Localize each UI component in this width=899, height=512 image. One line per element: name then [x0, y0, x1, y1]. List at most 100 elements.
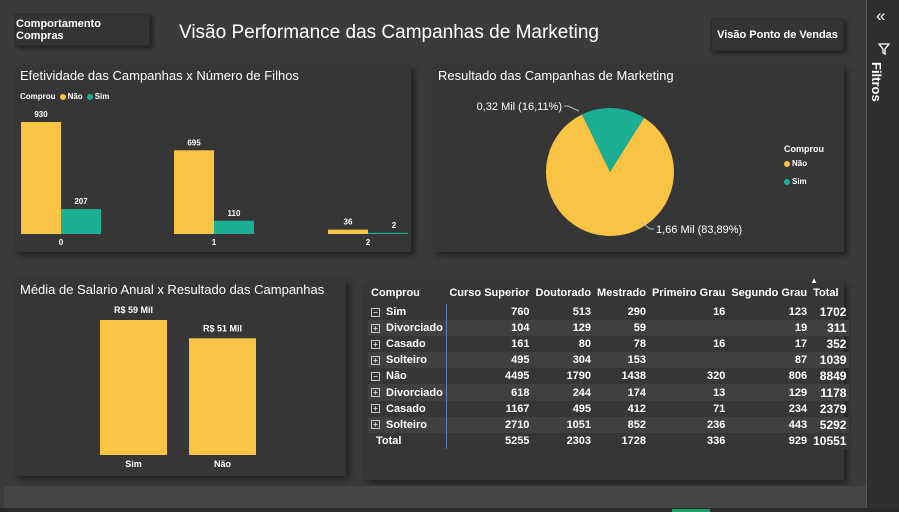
pie-legend-sim[interactable]: Sim	[782, 177, 807, 186]
matrix-row-header[interactable]: + Solteiro	[368, 416, 447, 433]
matrix-child-row[interactable]: + Solteiro 495 304 153 87 1039	[368, 352, 850, 369]
matrix-row-header[interactable]: − Sim	[368, 304, 447, 321]
report-canvas: Comportamento Compras Visão Performance …	[0, 0, 866, 512]
matrix-cell: 104	[446, 320, 533, 337]
col-header-segundo-grau[interactable]: Segundo Grau	[728, 282, 810, 304]
col-header-doutorado[interactable]: Doutorado	[532, 282, 594, 304]
matrix-row-label: Divorciado	[386, 322, 443, 335]
pie-legend-nao-dot	[784, 160, 790, 167]
salary-bar-não[interactable]	[189, 338, 256, 455]
matrix-total-cell: 10551	[810, 432, 850, 449]
matrix-row-header[interactable]: + Casado	[368, 400, 447, 417]
col-header-primeiro-grau[interactable]: Primeiro Grau	[649, 282, 728, 304]
bar-nao-2[interactable]	[328, 229, 368, 234]
matrix-child-row[interactable]: + Solteiro 2710 1051 852 236 443 5292	[368, 416, 850, 433]
filters-label[interactable]: Filtros	[869, 62, 884, 102]
salary-bar-sim[interactable]	[100, 320, 167, 455]
funnel-icon[interactable]	[878, 43, 890, 55]
matrix-cell: 1167	[505, 402, 530, 415]
bar-value-label: 36	[344, 218, 353, 227]
matrix-cell: 17	[794, 338, 808, 351]
matrix-row-total: 8849	[819, 369, 847, 384]
matrix-cell: 174	[594, 384, 649, 401]
matrix-row-header[interactable]: + Divorciado	[368, 320, 447, 337]
matrix-cell: 852	[594, 416, 649, 433]
matrix-cell: 16	[713, 306, 726, 319]
bar-sim-2[interactable]	[368, 232, 408, 234]
bar-nao-0[interactable]	[21, 122, 61, 234]
children-bar-chart-panel[interactable]: Efetividade das Campanhas x Número de Fi…	[16, 66, 411, 252]
x-axis-tick-label: 0	[59, 238, 64, 247]
matrix-row-total: 311	[810, 320, 850, 337]
matrix-cell: 129	[532, 320, 595, 337]
double-chevron-left-icon[interactable]: «	[876, 6, 885, 26]
matrix-row-header[interactable]: − Não	[368, 368, 447, 385]
page-title: Visão Performance das Campanhas de Marke…	[179, 22, 599, 43]
matrix-child-row[interactable]: + Casado 161 80 78 16 17 352	[368, 336, 849, 353]
matrix-row-label: Casado	[386, 402, 426, 415]
matrix-total-cell: 5255	[446, 432, 533, 449]
matrix-cell: 806	[788, 370, 808, 383]
bar-sim-1[interactable]	[214, 220, 254, 234]
matrix-cell: 123	[788, 306, 808, 319]
expand-icon[interactable]: +	[371, 339, 380, 349]
matrix-cell: 244	[532, 384, 595, 401]
expand-icon[interactable]: +	[371, 355, 380, 365]
collapse-icon[interactable]: −	[371, 307, 380, 317]
comportamento-compras-button[interactable]: Comportamento Compras	[15, 14, 150, 46]
pie-label-nao: 1,66 Mil (83,89%)	[656, 224, 742, 236]
matrix-row-header[interactable]: + Casado	[368, 336, 447, 353]
bar-value-label: 2	[392, 221, 397, 230]
matrix-total-row: Total 5255 2303 1728 336 929 10551	[368, 432, 850, 449]
pie-legend-nao[interactable]: Não	[782, 159, 807, 168]
matrix-cell: 495	[572, 402, 592, 415]
children-bar-chart[interactable]: 930 207 0 695 110 1 36 2 2	[16, 66, 411, 252]
visao-ponto-de-vendas-button[interactable]: Visão Ponto de Vendas	[711, 19, 844, 51]
matrix-cell: 161	[511, 338, 530, 351]
matrix-row-header[interactable]: + Divorciado	[368, 384, 447, 401]
matrix-child-row[interactable]: + Divorciado 618 244 174 13 129 1178	[368, 384, 850, 401]
pie-legend-title: Comprou	[784, 144, 824, 154]
matrix-row-total: 2379	[819, 401, 847, 416]
sort-ascending-icon[interactable]: ▲	[810, 276, 818, 285]
matrix-total-cell: 929	[728, 432, 811, 449]
page-tabs-strip	[0, 508, 899, 512]
pie-legend-nao-label: Não	[792, 159, 808, 168]
matrix-total-cell: 336	[648, 432, 729, 449]
col-header-comprou[interactable]: Comprou	[368, 282, 446, 304]
expand-icon[interactable]: +	[371, 404, 380, 414]
matrix-cell: 234	[788, 402, 808, 415]
matrix-group-row[interactable]: − Não 4495 1790 1438 320 806 8849	[368, 368, 849, 385]
purchase-matrix[interactable]: Comprou Curso Superior Doutorado Mestrad…	[364, 276, 850, 480]
pie-legend-sim-label: Sim	[792, 177, 807, 186]
expand-icon[interactable]: +	[371, 323, 380, 333]
bar-value-label: 110	[228, 209, 241, 218]
col-header-total[interactable]: Total ▲	[810, 276, 849, 304]
campaign-pie-chart-panel[interactable]: Resultado das Campanhas de Marketing 0,3…	[434, 66, 844, 252]
bar-nao-1[interactable]	[174, 150, 214, 234]
x-axis-tick-label: 2	[366, 238, 371, 247]
matrix-row-header[interactable]: + Solteiro	[368, 352, 447, 369]
collapse-icon[interactable]: −	[371, 372, 380, 382]
salary-bar-chart[interactable]: R$ 59 Mil Sim R$ 51 Mil Não	[16, 280, 346, 476]
col-header-curso-superior[interactable]: Curso Superior	[446, 282, 532, 304]
matrix-cell: 80	[578, 338, 592, 351]
filters-pane[interactable]: « Filtros	[866, 0, 899, 512]
matrix-child-row[interactable]: + Divorciado 104 129 59 19 311	[368, 320, 850, 337]
matrix-row-label: Sim	[386, 306, 407, 319]
matrix-child-row[interactable]: + Casado 1167 495 412 71 234 2379	[368, 400, 849, 417]
matrix-group-row[interactable]: − Sim 760 513 290 16 123 1702	[368, 304, 849, 321]
bar-sim-0[interactable]	[61, 209, 101, 234]
col-header-mestrado[interactable]: Mestrado	[594, 282, 649, 304]
pie-leader-line-sim	[564, 105, 580, 112]
expand-icon[interactable]: +	[371, 420, 380, 430]
matrix-row-label: Casado	[386, 338, 426, 351]
matrix-cell: 1051	[532, 416, 595, 433]
matrix-row-label: Solteiro	[386, 354, 427, 367]
matrix-total-label: Total	[368, 432, 447, 449]
matrix-cell: 129	[728, 384, 811, 401]
expand-icon[interactable]: +	[371, 388, 380, 398]
matrix-cell: 236	[648, 416, 729, 433]
salary-bar-chart-panel[interactable]: Média de Salario Anual x Resultado das C…	[16, 280, 346, 476]
matrix-cell: 13	[648, 384, 729, 401]
